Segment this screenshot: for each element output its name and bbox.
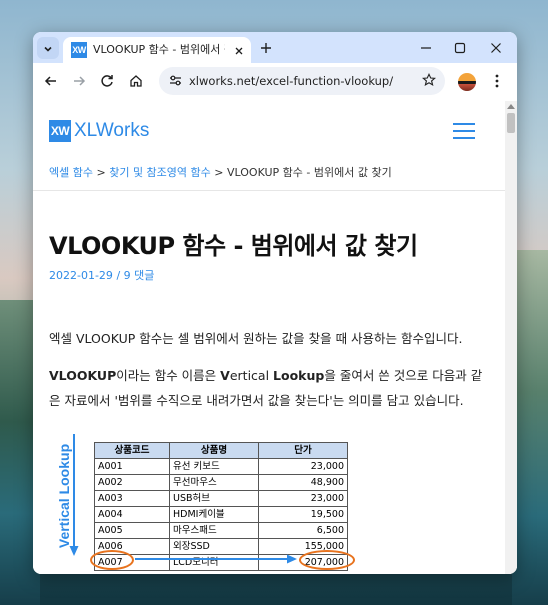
forward-button[interactable] — [69, 72, 89, 92]
minimize-button[interactable] — [415, 37, 437, 59]
breadcrumb: 엑셀 함수 > 찾기 및 참조영역 함수 > VLOOKUP 함수 - 범위에서… — [49, 165, 489, 181]
tab-title: VLOOKUP 함수 - 범위에서 값 — [93, 43, 225, 56]
vertical-lookup-indicator: Vertical Lookup — [50, 432, 79, 562]
table-row: A005 마우스패드 6,500 — [94, 522, 348, 539]
table-cell: 무선마우스 — [169, 474, 259, 491]
lookup-key-highlight — [90, 550, 134, 570]
site-favicon: XW — [71, 42, 87, 58]
table-row: A003 USB허브 23,000 — [94, 490, 348, 507]
site-logo-text[interactable]: XLWorks — [74, 119, 149, 143]
column-header: 단가 — [258, 442, 348, 459]
tab-search-button[interactable] — [37, 37, 59, 59]
intro-paragraph: 엑셀 VLOOKUP 함수는 셀 범위에서 원하는 값을 찾을 때 사용하는 함… — [49, 331, 463, 346]
window-close-button[interactable] — [485, 37, 507, 59]
home-button[interactable] — [126, 72, 146, 92]
breadcrumb-separator: > — [96, 166, 110, 179]
minimize-icon — [420, 39, 432, 58]
table-header-row: 상품코드 상품명 단가 — [94, 442, 348, 459]
plus-icon — [260, 39, 272, 58]
close-tab-button[interactable] — [231, 42, 247, 58]
page-scrollbar[interactable] — [505, 101, 517, 574]
table-row: A004 HDMI케이블 19,500 — [94, 506, 348, 523]
breadcrumb-current: VLOOKUP 함수 - 범위에서 값 찾기 — [227, 166, 392, 179]
new-tab-button[interactable] — [257, 39, 275, 57]
more-vert-icon — [495, 73, 499, 92]
bookmark-button[interactable] — [421, 72, 437, 91]
browser-menu-button[interactable] — [490, 72, 504, 92]
table-cell: A004 — [94, 506, 170, 523]
table-cell: A001 — [94, 458, 170, 475]
site-logo-mark[interactable]: XW — [49, 120, 71, 142]
paragraph-text: 이라는 함수 이름은 — [116, 368, 221, 383]
post-date[interactable]: 2022-01-29 — [49, 269, 113, 282]
menu-icon-bar — [453, 137, 475, 139]
breadcrumb-separator: > — [214, 166, 227, 179]
comments-link[interactable]: 9 댓글 — [124, 269, 155, 282]
table-cell: 유선 키보드 — [169, 458, 259, 475]
browser-tab-active[interactable]: XW VLOOKUP 함수 - 범위에서 값 — [63, 37, 251, 63]
breadcrumb-link[interactable]: 엑셀 함수 — [49, 166, 93, 179]
table-row: A001 유선 키보드 23,000 — [94, 458, 348, 475]
close-icon — [234, 41, 244, 60]
table-cell: 마우스패드 — [169, 522, 259, 539]
bold-term: VLOOKUP — [49, 368, 117, 383]
header-divider — [33, 190, 505, 191]
table-cell: 19,500 — [258, 506, 348, 523]
post-meta-separator: / — [116, 269, 124, 282]
bold-term: Lookup — [273, 368, 325, 383]
arrow-right-icon — [72, 73, 86, 92]
table-cell: 23,000 — [258, 490, 348, 507]
table-cell: 23,000 — [258, 458, 348, 475]
web-page: XW XLWorks 엑셀 함수 > 찾기 및 참조영역 함수 > VLOOKU… — [33, 101, 517, 574]
column-header: 상품코드 — [94, 442, 170, 459]
desktop-wallpaper-right — [512, 250, 548, 605]
chevron-down-icon — [43, 39, 53, 58]
down-arrow-icon — [69, 434, 79, 556]
menu-icon-bar — [453, 123, 475, 125]
table-cell: A003 — [94, 490, 170, 507]
star-icon — [421, 72, 437, 91]
table-row: A002 무선마우스 48,900 — [94, 474, 348, 491]
table-cell: A002 — [94, 474, 170, 491]
hamburger-menu-button[interactable] — [453, 122, 475, 140]
close-icon — [490, 39, 502, 58]
site-header: XW XLWorks — [49, 119, 499, 145]
vlookup-illustration: Vertical Lookup 상품코드 상품명 단가 A001 유선 키보드 … — [49, 426, 489, 574]
menu-icon-bar — [453, 130, 475, 132]
table-cell: 6,500 — [258, 522, 348, 539]
url-text[interactable]: xlworks.net/excel-function-vlookup/ — [189, 73, 409, 89]
home-icon — [129, 73, 143, 92]
reload-button[interactable] — [97, 72, 117, 92]
post-meta: 2022-01-29 / 9 댓글 — [49, 268, 154, 284]
scrollbar-thumb[interactable] — [507, 113, 515, 133]
breadcrumb-link[interactable]: 찾기 및 참조영역 함수 — [109, 166, 211, 179]
maximize-button[interactable] — [449, 37, 471, 59]
arrow-right-icon — [135, 554, 297, 564]
tab-strip: XW VLOOKUP 함수 - 범위에서 값 — [33, 32, 517, 63]
site-info-button[interactable] — [167, 73, 183, 89]
table-cell: A005 — [94, 522, 170, 539]
browser-window: XW VLOOKUP 함수 - 범위에서 값 xlworks.net/excel… — [33, 32, 517, 574]
lookup-result-highlight — [299, 550, 355, 570]
scroll-up-arrow[interactable] — [507, 103, 515, 109]
address-bar[interactable]: xlworks.net/excel-function-vlookup/ — [159, 67, 445, 95]
arrow-left-icon — [44, 73, 58, 92]
page-title: VLOOKUP 함수 - 범위에서 값 찾기 — [49, 232, 418, 260]
bold-term: V — [220, 368, 230, 383]
description-paragraph: VLOOKUP이라는 함수 이름은 Vertical Lookup을 줄여서 쓴… — [49, 363, 489, 413]
profile-avatar[interactable] — [458, 73, 476, 91]
table-cell: HDMI케이블 — [169, 506, 259, 523]
browser-toolbar: xlworks.net/excel-function-vlookup/ — [33, 63, 517, 101]
paragraph-text: ertical — [229, 368, 274, 383]
tune-icon — [169, 72, 182, 91]
maximize-icon — [454, 39, 466, 58]
reload-icon — [100, 73, 114, 92]
back-button[interactable] — [41, 72, 61, 92]
column-header: 상품명 — [169, 442, 259, 459]
table-cell: 48,900 — [258, 474, 348, 491]
table-cell: USB허브 — [169, 490, 259, 507]
